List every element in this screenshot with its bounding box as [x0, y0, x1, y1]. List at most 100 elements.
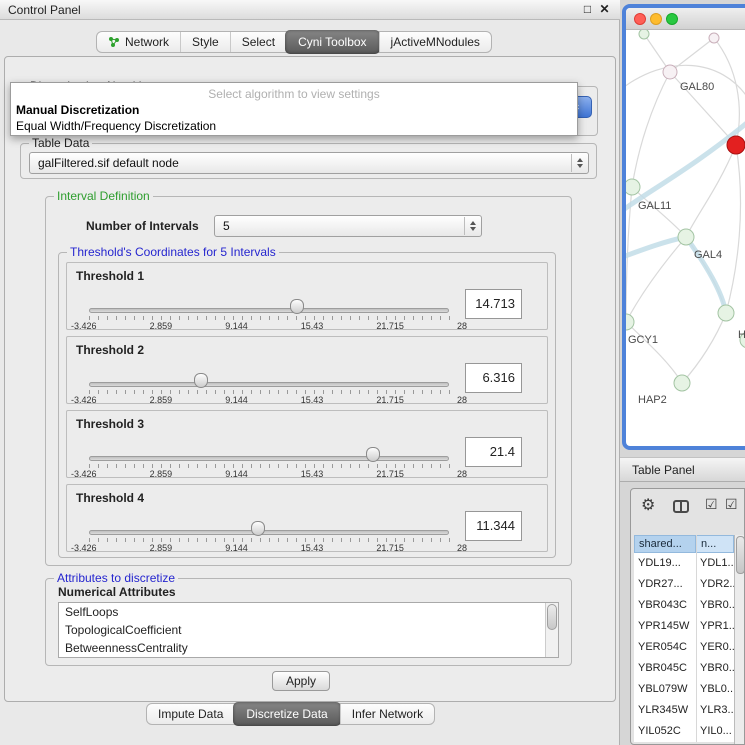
cell-name[interactable]: YBR0...	[697, 595, 734, 615]
cell-name[interactable]: YBR0...	[697, 658, 734, 678]
tab-style-label: Style	[192, 35, 219, 49]
network-node-hap2[interactable]	[674, 375, 690, 391]
slider-ticks	[89, 316, 450, 320]
list-item-betweennesscentrality[interactable]: BetweennessCentrality	[59, 639, 558, 657]
table-data-group-label: Table Data	[29, 136, 92, 150]
cell-name[interactable]: YBL0...	[697, 679, 734, 699]
node-label-gal80: GAL80	[680, 81, 714, 93]
cell-name[interactable]: YPR1...	[697, 616, 734, 636]
tab-select-label: Select	[242, 35, 275, 49]
threshold-3-value-field[interactable]: 21.4	[465, 437, 522, 467]
threshold-2-label: Threshold 2	[76, 343, 144, 357]
cell-shared-name[interactable]: YIL052C	[634, 721, 696, 741]
threshold-1-slider-thumb[interactable]	[290, 299, 304, 314]
threshold-4-slider-track[interactable]	[89, 530, 449, 535]
table-row[interactable]: YDR27... YDR2...	[634, 574, 734, 595]
cell-shared-name[interactable]: YBR043C	[634, 595, 696, 615]
select-all-check-icon[interactable]: ☑	[705, 496, 718, 513]
float-window-icon[interactable]: □	[580, 2, 595, 17]
tab-style[interactable]: Style	[180, 32, 230, 52]
tab-impute-data[interactable]: Impute Data	[147, 704, 234, 724]
scale-label: -3.426	[71, 395, 97, 405]
cell-name[interactable]: YIL0...	[697, 721, 734, 741]
combo-stepper-icon	[464, 217, 480, 235]
cell-name[interactable]: YLR3...	[697, 700, 734, 720]
scale-label: -3.426	[71, 469, 97, 479]
network-node-selected-red[interactable]	[727, 136, 745, 154]
cell-shared-name[interactable]: YBL079W	[634, 679, 696, 699]
slider-ticks	[89, 390, 450, 394]
threshold-2-slider-thumb[interactable]	[194, 373, 208, 388]
threshold-2-value-field[interactable]: 6.316	[465, 363, 522, 393]
list-item-selfloops[interactable]: SelfLoops	[59, 603, 558, 621]
table-panel-window: ⚙ ☑ ☑ shared... n... YDL19... YDL1... YD…	[630, 488, 745, 745]
network-node[interactable]	[718, 305, 734, 321]
scale-label: 9.144	[225, 469, 248, 479]
threshold-1-value-field[interactable]: 14.713	[465, 289, 522, 319]
network-node-gal4[interactable]	[678, 229, 694, 245]
cell-shared-name[interactable]: YDL19...	[634, 553, 696, 573]
table-settings-gear-icon[interactable]: ⚙	[641, 495, 655, 515]
zoom-traffic-light-icon[interactable]	[666, 13, 678, 25]
network-node-gal80[interactable]	[663, 65, 677, 79]
table-data-combo[interactable]: galFiltered.sif default node	[29, 152, 589, 174]
table-data-combo-value: galFiltered.sif default node	[38, 156, 179, 170]
table-row[interactable]: YLR345W YLR3...	[634, 700, 734, 721]
threshold-2-slider-track[interactable]	[89, 382, 449, 387]
tab-cyni-toolbox[interactable]: Cyni Toolbox	[285, 30, 379, 54]
slider-ticks	[89, 464, 450, 468]
dropdown-option-equal-width[interactable]: Equal Width/Frequency Discretization	[16, 119, 216, 133]
network-node-gal11[interactable]	[626, 179, 640, 195]
close-panel-icon[interactable]: ✕	[597, 2, 612, 17]
dropdown-option-manual-discretization[interactable]: Manual Discretization	[16, 103, 139, 117]
scale-label: 9.144	[225, 543, 248, 553]
table-row[interactable]: YER054C YER0...	[634, 637, 734, 658]
table-row[interactable]: YIL052C YIL0...	[634, 721, 734, 742]
network-view-window: GAL80 GAL11 GAL4 GCY1 HAP2 H	[622, 4, 745, 450]
deselect-all-check-icon[interactable]: ☑	[725, 496, 738, 513]
network-canvas[interactable]: GAL80 GAL11 GAL4 GCY1 HAP2 H	[626, 30, 745, 446]
threshold-4-value-field[interactable]: 11.344	[465, 511, 522, 541]
threshold-1-slider-track[interactable]	[89, 308, 449, 313]
attributes-scrollbar[interactable]	[545, 603, 558, 657]
column-selector-icon[interactable]	[673, 500, 689, 513]
table-row[interactable]: YBR043C YBR0...	[634, 595, 734, 616]
table-row[interactable]: YBR045C YBR0...	[634, 658, 734, 679]
threshold-3-slider-thumb[interactable]	[366, 447, 380, 462]
tab-select[interactable]: Select	[230, 32, 286, 52]
cell-name[interactable]: YDL1...	[697, 553, 734, 573]
cell-shared-name[interactable]: YPR145W	[634, 616, 696, 636]
cell-name[interactable]: YDR2...	[697, 574, 734, 594]
network-window-titlebar[interactable]	[626, 8, 745, 30]
network-node[interactable]	[639, 30, 649, 39]
table-row[interactable]: YPR145W YPR1...	[634, 616, 734, 637]
table-scrollbar[interactable]	[734, 535, 745, 745]
column-header-shared-name[interactable]: shared...	[634, 535, 696, 553]
cell-shared-name[interactable]: YLR345W	[634, 700, 696, 720]
list-item-topologicalcoefficient[interactable]: TopologicalCoefficient	[59, 621, 558, 639]
threshold-1-panel: Threshold 1 14.713 -3.426 2.859 9.144 15…	[66, 262, 548, 330]
tab-jactivemnodules[interactable]: jActiveMNodules	[379, 32, 491, 52]
threshold-3-slider-track[interactable]	[89, 456, 449, 461]
cell-shared-name[interactable]: YBR045C	[634, 658, 696, 678]
scrollbar-thumb[interactable]	[736, 536, 745, 574]
scrollbar-thumb[interactable]	[547, 604, 557, 630]
close-traffic-light-icon[interactable]	[634, 13, 646, 25]
network-node-gcy1[interactable]	[626, 314, 634, 330]
scale-label: 21.715	[376, 469, 404, 479]
cell-shared-name[interactable]: YER054C	[634, 637, 696, 657]
scale-label: 15.43	[301, 321, 324, 331]
tab-network[interactable]: Network	[97, 32, 180, 52]
column-header-name[interactable]: n...	[696, 535, 734, 553]
number-of-intervals-combo[interactable]: 5	[214, 215, 482, 237]
table-row[interactable]: YDL19... YDL1...	[634, 553, 734, 574]
tab-infer-network[interactable]: Infer Network	[340, 704, 434, 724]
network-node[interactable]	[709, 33, 719, 43]
cell-shared-name[interactable]: YDR27...	[634, 574, 696, 594]
apply-button[interactable]: Apply	[272, 671, 330, 691]
table-row[interactable]: YBL079W YBL0...	[634, 679, 734, 700]
threshold-4-slider-thumb[interactable]	[251, 521, 265, 536]
minimize-traffic-light-icon[interactable]	[650, 13, 662, 25]
tab-discretize-data[interactable]: Discretize Data	[233, 702, 340, 726]
cell-name[interactable]: YER0...	[697, 637, 734, 657]
